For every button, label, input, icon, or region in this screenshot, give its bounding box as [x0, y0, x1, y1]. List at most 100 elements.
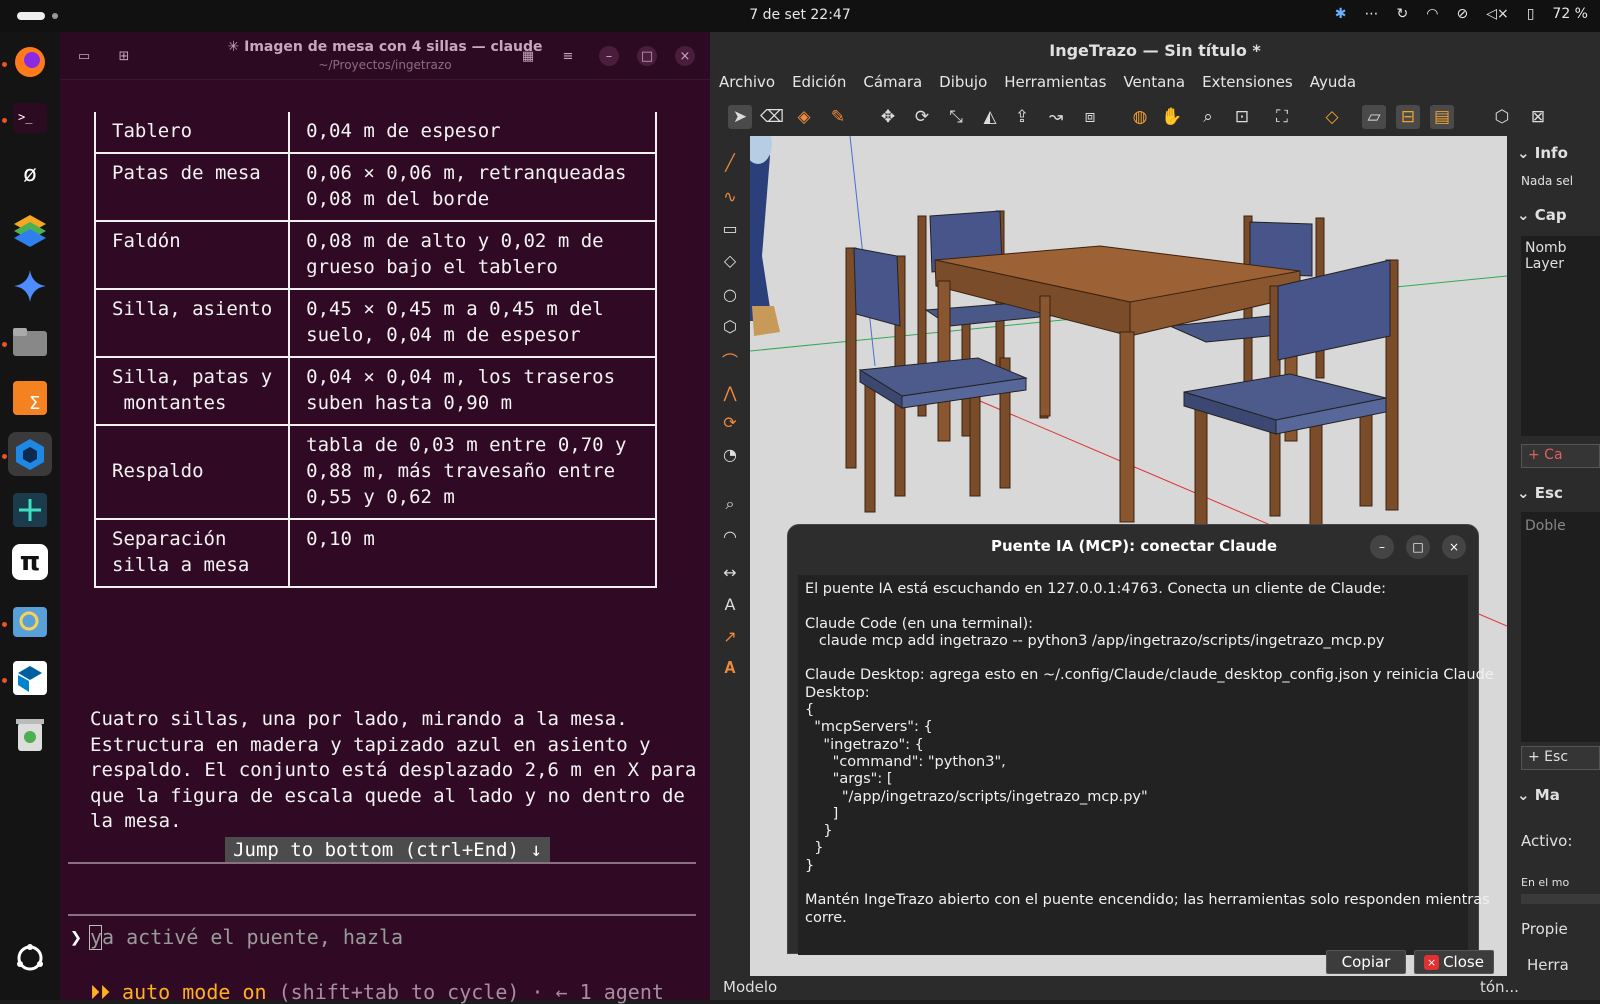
- more-icon[interactable]: ⋯: [1365, 6, 1379, 22]
- properties-label[interactable]: Propie: [1521, 920, 1568, 938]
- section-display-icon[interactable]: ▱: [1362, 105, 1386, 129]
- circle-tool-icon[interactable]: ○: [718, 282, 742, 306]
- text-tool-icon[interactable]: A: [718, 592, 742, 616]
- two-point-arc-icon[interactable]: ⋀: [718, 380, 742, 404]
- offset-tool-icon[interactable]: ⧈: [1078, 105, 1102, 129]
- menu-item[interactable]: Cámara: [854, 70, 930, 98]
- cad-icon[interactable]: [8, 488, 52, 532]
- bluetooth-icon[interactable]: ✱: [1335, 6, 1347, 22]
- select-tool-icon[interactable]: ➤: [728, 105, 752, 129]
- dialog-maximize-button[interactable]: □: [1406, 535, 1430, 559]
- gemini-icon[interactable]: [8, 264, 52, 308]
- materials-header[interactable]: ⌄ Ma: [1517, 786, 1560, 804]
- tools-tab[interactable]: Herra: [1527, 956, 1569, 974]
- menu-item[interactable]: Archivo: [710, 70, 783, 98]
- component-icon[interactable]: ⬡: [1490, 105, 1514, 129]
- section-plane-icon[interactable]: ◇: [1320, 105, 1344, 129]
- menu-item[interactable]: Herramientas: [995, 70, 1114, 98]
- prompt-input[interactable]: ya activé el puente, hazla: [90, 925, 403, 949]
- layers-header[interactable]: ⌄ Cap: [1517, 206, 1567, 224]
- ingetrazo-icon[interactable]: [8, 432, 52, 476]
- dialog-minimize-button[interactable]: –: [1370, 535, 1394, 559]
- battery-percent[interactable]: 72 %: [1552, 6, 1588, 22]
- dimension-tool-icon[interactable]: ↔: [718, 560, 742, 584]
- rectangle-tool-icon[interactable]: ▭: [718, 216, 742, 240]
- firefox-icon[interactable]: [8, 40, 52, 84]
- system-tray[interactable]: ✱ ⋯ ↻ ◠ ⊘ ◁× ▯ 72 %: [1335, 6, 1588, 22]
- pi-icon[interactable]: π: [12, 544, 48, 580]
- scenes-list[interactable]: Doble: [1521, 512, 1600, 742]
- viewer-icon[interactable]: [8, 600, 52, 644]
- menu-item[interactable]: Dibujo: [930, 70, 995, 98]
- menu-item[interactable]: Extensiones: [1193, 70, 1301, 98]
- dialog-close-button[interactable]: ×: [1442, 535, 1466, 559]
- wifi-icon[interactable]: ◠: [1426, 6, 1438, 22]
- minimize-button[interactable]: –: [599, 46, 619, 66]
- materials-scrollbar[interactable]: [1521, 894, 1600, 904]
- eraser-tool-icon[interactable]: ⌫: [760, 105, 784, 129]
- mic-muted-icon[interactable]: ⊘: [1456, 6, 1468, 22]
- add-scene-button[interactable]: + Esc: [1521, 746, 1600, 770]
- battery-icon[interactable]: ▯: [1527, 6, 1535, 22]
- arc-tool-icon[interactable]: ⌒: [718, 348, 742, 372]
- jump-to-bottom-button[interactable]: Jump to bottom (ctrl+End) ↓: [225, 837, 550, 863]
- section-cuts-icon[interactable]: ⊟: [1396, 105, 1420, 129]
- menu-bar: Archivo Edición Cámara Dibujo Herramientas Ve…: [710, 70, 1364, 98]
- hamburger-menu-icon[interactable]: ≡: [558, 46, 578, 66]
- line-tool-icon[interactable]: ╱: [718, 150, 742, 174]
- new-tab-icon[interactable]: ⊞: [114, 46, 134, 66]
- move-tool-icon[interactable]: ✥: [876, 105, 900, 129]
- layers-list[interactable]: Nomb Layer: [1521, 236, 1600, 436]
- trash-icon[interactable]: [8, 712, 52, 756]
- terminal-icon[interactable]: >_: [8, 96, 52, 140]
- close-dialog-button[interactable]: × Close: [1414, 950, 1494, 974]
- rotated-rectangle-icon[interactable]: ◇: [718, 248, 742, 272]
- app-icon[interactable]: ø: [8, 152, 52, 196]
- layers-icon[interactable]: [8, 208, 52, 252]
- add-layer-button[interactable]: + Ca: [1521, 444, 1600, 468]
- table-cell-key: Patas de mesa: [93, 152, 291, 222]
- menu-item[interactable]: Ventana: [1114, 70, 1193, 98]
- volume-muted-icon[interactable]: ◁×: [1486, 6, 1509, 22]
- terminal-menu-icon[interactable]: ▭: [74, 46, 94, 66]
- push-pull-icon[interactable]: ⇪: [1010, 105, 1034, 129]
- zoom-tool-icon[interactable]: ⌕: [1196, 105, 1220, 129]
- spreadsheet-icon[interactable]: Σ: [8, 376, 52, 420]
- orbit-tool-icon[interactable]: ◍: [1128, 105, 1152, 129]
- close-button[interactable]: ×: [675, 46, 695, 66]
- running-indicator: [2, 342, 7, 347]
- sync-icon[interactable]: ↻: [1397, 6, 1409, 22]
- xray-icon[interactable]: ⊠: [1526, 105, 1550, 129]
- rotate-tool-icon[interactable]: ⟳: [910, 105, 934, 129]
- scale-tool-icon[interactable]: ⤡: [944, 105, 968, 129]
- layer-row[interactable]: Layer: [1521, 256, 1600, 272]
- entity-info-header[interactable]: ⌄ Info: [1517, 144, 1568, 162]
- files-icon[interactable]: [8, 320, 52, 364]
- pie-tool-icon[interactable]: ◔: [718, 442, 742, 466]
- menu-item[interactable]: Edición: [783, 70, 854, 98]
- paint-bucket-icon[interactable]: ◈: [792, 105, 816, 129]
- grid-view-icon[interactable]: ▦: [518, 46, 538, 66]
- table-row: Patas de mesa 0,06 × 0,06 m, retranqueada…: [93, 152, 657, 222]
- mirror-tool-icon[interactable]: ◭: [978, 105, 1002, 129]
- menu-item[interactable]: Ayuda: [1301, 70, 1364, 98]
- section-fill-icon[interactable]: ▤: [1430, 105, 1454, 129]
- follow-me-icon[interactable]: ↝: [1044, 105, 1068, 129]
- three-point-arc-icon[interactable]: ⟳: [718, 410, 742, 434]
- apps-grid-icon[interactable]: [8, 936, 52, 980]
- freehand-tool-icon[interactable]: ∿: [718, 184, 742, 208]
- zoom-extents-icon[interactable]: ⛶: [1270, 105, 1294, 129]
- sketchup-icon[interactable]: [8, 656, 52, 700]
- eyedropper-icon[interactable]: ✎: [826, 105, 850, 129]
- tape-measure-icon[interactable]: ⌕: [718, 492, 742, 516]
- 3d-text-icon[interactable]: 𝐀: [718, 656, 742, 680]
- table-row: Silla, asiento 0,45 × 0,45 m a 0,45 m del…: [93, 288, 657, 358]
- scenes-header[interactable]: ⌄ Esc: [1517, 484, 1563, 502]
- protractor-icon[interactable]: ◠: [718, 524, 742, 548]
- polygon-tool-icon[interactable]: ⬡: [718, 314, 742, 338]
- copy-button[interactable]: Copiar: [1326, 950, 1406, 974]
- axes-tool-icon[interactable]: ↗: [718, 624, 742, 648]
- zoom-window-icon[interactable]: ⊡: [1230, 105, 1254, 129]
- pan-tool-icon[interactable]: ✋: [1160, 105, 1184, 129]
- maximize-button[interactable]: □: [637, 46, 657, 66]
